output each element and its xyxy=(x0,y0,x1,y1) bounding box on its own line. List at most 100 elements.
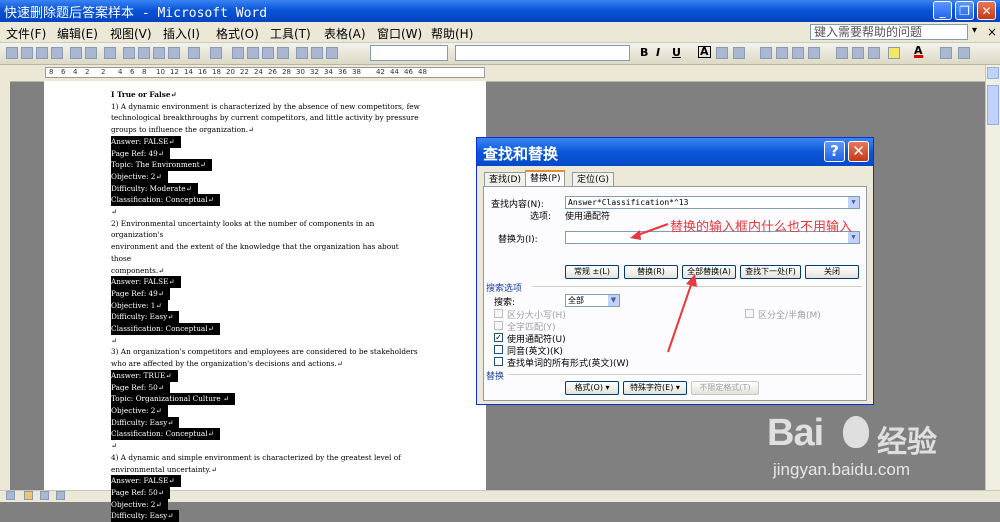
numbering-icon[interactable] xyxy=(836,47,848,59)
answer-metadata-line: Topic: Organizational Culture ↵ xyxy=(111,393,421,405)
outline-view-icon[interactable] xyxy=(40,491,49,500)
menu-table[interactable]: 表格(A) xyxy=(324,25,366,42)
document-map-icon[interactable] xyxy=(311,47,323,59)
answer-metadata-line: Topic: The Environment↵ xyxy=(111,159,421,171)
chevron-down-icon[interactable]: ▼ xyxy=(848,197,859,208)
all-word-forms-checkbox[interactable] xyxy=(494,357,503,366)
open-icon[interactable] xyxy=(21,47,33,59)
redo-icon[interactable] xyxy=(210,47,222,59)
document-line: components.↵ xyxy=(111,265,421,277)
columns-icon[interactable] xyxy=(277,47,289,59)
save-icon[interactable] xyxy=(36,47,48,59)
tables-icon[interactable] xyxy=(247,47,259,59)
use-wildcards-checkbox[interactable]: ✓ xyxy=(494,333,503,342)
font-select[interactable] xyxy=(455,45,630,61)
close-document-button[interactable]: × xyxy=(987,25,997,39)
italic-button[interactable]: I xyxy=(656,46,660,59)
dialog-close-text-button[interactable]: 关闭 xyxy=(805,265,859,279)
align-right-icon[interactable] xyxy=(792,47,804,59)
help-dropdown-icon[interactable]: ▾ xyxy=(972,25,977,36)
print-icon[interactable] xyxy=(70,47,82,59)
maximize-button[interactable]: ❐ xyxy=(955,1,974,20)
tab-goto[interactable]: 定位(G) xyxy=(572,172,614,187)
justify-icon[interactable] xyxy=(808,47,820,59)
underline-button[interactable]: U xyxy=(672,46,681,59)
minimize-button[interactable]: _ xyxy=(933,1,952,20)
dialog-close-button[interactable]: ✕ xyxy=(848,141,869,162)
line-text: environment and the extent of the knowle… xyxy=(111,242,399,263)
font-color-button[interactable]: A xyxy=(914,45,923,58)
find-next-button[interactable]: 查找下一处(F) xyxy=(740,265,801,279)
help-search-input[interactable]: 键入需要帮助的问题 xyxy=(810,24,968,40)
char-scaling-icon[interactable] xyxy=(733,47,745,59)
show-hide-icon[interactable] xyxy=(326,47,338,59)
indent-icon[interactable] xyxy=(868,47,880,59)
answer-metadata-line: Objective: 1↵ xyxy=(111,299,421,312)
enclose-char-icon[interactable] xyxy=(958,47,970,59)
menu-format[interactable]: 格式(O) xyxy=(216,25,259,42)
char-border-button[interactable]: A xyxy=(698,46,711,58)
menu-insert[interactable]: 插入(I) xyxy=(163,25,200,42)
vertical-scrollbar[interactable] xyxy=(985,65,1000,490)
bold-button[interactable]: B xyxy=(640,46,648,59)
sounds-like-checkbox[interactable] xyxy=(494,345,503,354)
tab-replace[interactable]: 替换(P) xyxy=(525,170,566,187)
special-button[interactable]: 特殊字符(E) ▾ xyxy=(623,381,687,395)
menu-view[interactable]: 视图(V) xyxy=(110,25,152,42)
window-title: 快速删除题后答案样本 - Microsoft Word xyxy=(4,6,268,21)
highlight-icon[interactable] xyxy=(888,47,900,59)
new-icon[interactable] xyxy=(6,47,18,59)
menu-file[interactable]: 文件(F) xyxy=(6,25,46,42)
ruler-tick-label: 34 xyxy=(324,68,333,76)
align-left-icon[interactable] xyxy=(760,47,772,59)
menu-window[interactable]: 窗口(W) xyxy=(377,25,422,42)
style-select[interactable] xyxy=(370,45,448,61)
insert-table-icon[interactable] xyxy=(262,47,274,59)
baidu-logo-text: Bai xyxy=(767,412,824,454)
ruler-tick-label: 6 xyxy=(61,68,66,76)
bullets-icon[interactable] xyxy=(852,47,864,59)
match-case-checkbox[interactable] xyxy=(494,309,503,318)
format-button[interactable]: 格式(O) ▾ xyxy=(565,381,619,395)
document-page[interactable]: I True or False↵ 1) A dynamic environment… xyxy=(44,81,486,522)
format-painter-icon[interactable] xyxy=(168,47,180,59)
no-formatting-button[interactable]: 不限定格式(T) xyxy=(691,381,759,395)
menu-tools[interactable]: 工具(T) xyxy=(270,25,311,42)
paste-icon[interactable] xyxy=(153,47,165,59)
hyperlink-icon[interactable] xyxy=(232,47,244,59)
char-shading-icon[interactable] xyxy=(716,47,728,59)
normal-view-icon[interactable] xyxy=(6,491,15,500)
reading-view-icon[interactable] xyxy=(56,491,65,500)
align-center-icon[interactable] xyxy=(776,47,788,59)
whole-word-checkbox[interactable] xyxy=(494,321,503,330)
drawing-icon[interactable] xyxy=(296,47,308,59)
phonetic-icon[interactable] xyxy=(940,47,952,59)
chevron-down-icon[interactable]: ▼ xyxy=(608,295,619,306)
print-preview-icon[interactable] xyxy=(85,47,97,59)
document-body[interactable]: I True or False↵ 1) A dynamic environment… xyxy=(111,89,421,522)
search-direction-select[interactable]: 全部 ▼ xyxy=(565,294,620,307)
document-line: who are affected by the organization's d… xyxy=(111,358,421,370)
cut-icon[interactable] xyxy=(123,47,135,59)
line-text: Answer: FALSE↵ xyxy=(111,135,181,148)
copy-icon[interactable] xyxy=(138,47,150,59)
document-line: ↵ xyxy=(111,335,421,347)
permission-icon[interactable] xyxy=(51,47,63,59)
replace-button[interactable]: 替换(R) xyxy=(624,265,678,279)
dialog-help-button[interactable]: ? xyxy=(824,141,845,162)
menu-help[interactable]: 帮助(H) xyxy=(431,25,473,42)
find-what-input[interactable]: Answer*Classification*^13 ▼ xyxy=(565,196,860,209)
menu-edit[interactable]: 编辑(E) xyxy=(57,25,98,42)
horizontal-ruler[interactable]: 8 6 4 2 2 4 6 8 10 12 14 16 18 20 22 24 26 28 30 32 34 36 38 42… xyxy=(45,67,485,78)
spelling-icon[interactable] xyxy=(104,47,116,59)
close-button[interactable]: ✕ xyxy=(977,1,996,20)
line-text: Difficulty: Easy↵ xyxy=(111,510,180,522)
half-full-width-checkbox[interactable] xyxy=(745,309,754,318)
fewer-options-button[interactable]: 常规 ±(L) xyxy=(565,265,619,279)
replace-all-button[interactable]: 全部替换(A) xyxy=(682,265,736,279)
print-layout-icon[interactable] xyxy=(24,491,33,500)
scroll-up-icon[interactable] xyxy=(987,67,999,79)
tab-find[interactable]: 查找(D) xyxy=(484,172,526,187)
undo-icon[interactable] xyxy=(188,47,200,59)
scroll-thumb[interactable] xyxy=(987,85,999,125)
